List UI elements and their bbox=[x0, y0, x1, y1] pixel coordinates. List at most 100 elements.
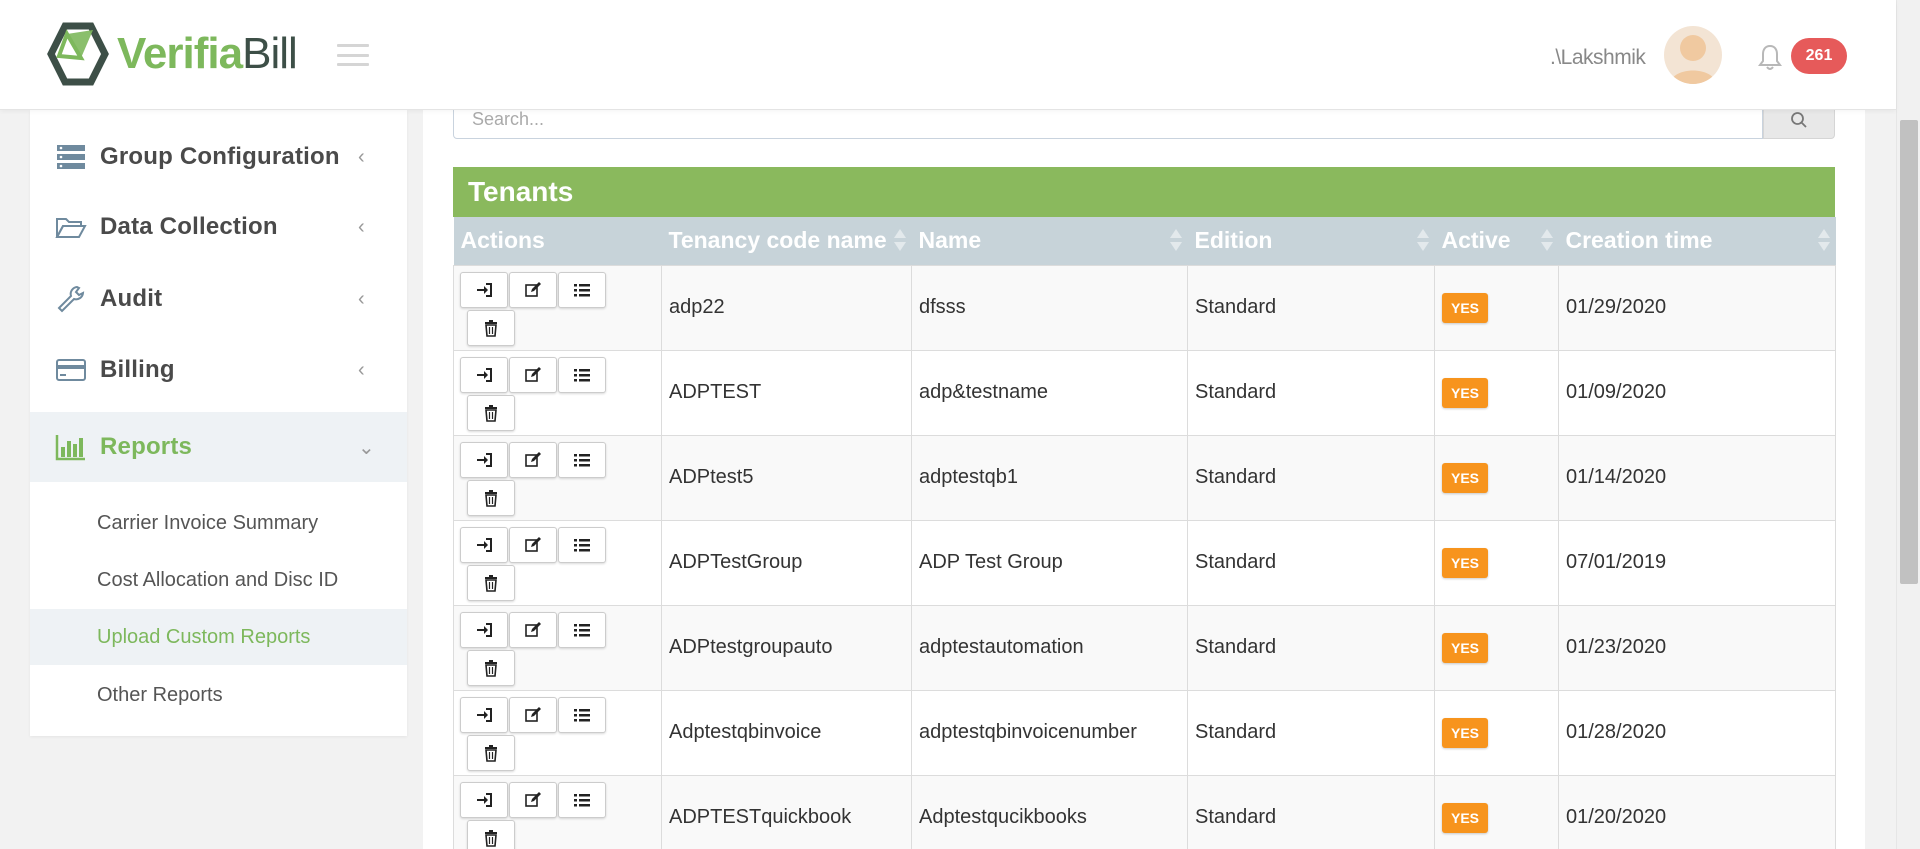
sort-icon bbox=[1416, 229, 1429, 253]
edit-tenant-button[interactable] bbox=[509, 526, 557, 563]
sidebar: Group Configuration ‹ Data Collection ‹ … bbox=[30, 110, 407, 736]
tenant-features-button[interactable] bbox=[558, 271, 606, 308]
sidebar-subitem-cost-allocation[interactable]: Cost Allocation and Disc ID bbox=[30, 552, 407, 608]
column-header-creation-time[interactable]: Creation time bbox=[1558, 217, 1836, 265]
cell-active: YES bbox=[1434, 604, 1559, 691]
cell-edition: Standard bbox=[1187, 434, 1435, 521]
bell-icon[interactable] bbox=[1757, 43, 1783, 71]
edit-tenant-button[interactable] bbox=[509, 781, 557, 818]
trash-icon bbox=[485, 744, 497, 762]
edit-icon bbox=[525, 536, 541, 552]
sort-icon bbox=[1540, 229, 1553, 253]
delete-tenant-button[interactable] bbox=[467, 309, 515, 346]
table-row: ADPtestgroupauto adptestautomation Standar… bbox=[453, 604, 1836, 691]
column-header-edition[interactable]: Edition bbox=[1187, 217, 1435, 265]
sign-in-icon bbox=[477, 622, 492, 637]
chevron-down-icon: ⌄ bbox=[358, 436, 375, 459]
sort-icon bbox=[1817, 229, 1830, 253]
delete-tenant-button[interactable] bbox=[467, 649, 515, 686]
delete-tenant-button[interactable] bbox=[467, 564, 515, 601]
row-actions bbox=[453, 349, 662, 436]
trash-icon bbox=[485, 319, 497, 337]
trash-icon bbox=[485, 574, 497, 592]
cell-active: YES bbox=[1434, 774, 1559, 849]
edit-tenant-button[interactable] bbox=[509, 611, 557, 648]
login-as-tenant-button[interactable] bbox=[460, 441, 508, 478]
trash-icon bbox=[485, 659, 497, 677]
sidebar-item-audit[interactable]: Audit ‹ bbox=[30, 264, 407, 334]
cell-active: YES bbox=[1434, 434, 1559, 521]
trash-icon bbox=[485, 829, 497, 847]
table-header-row: Actions Tenancy code name Name Edition A… bbox=[453, 217, 1836, 265]
trash-icon bbox=[485, 404, 497, 422]
sidebar-item-label: Audit bbox=[100, 285, 163, 312]
sidebar-item-data-collection[interactable]: Data Collection ‹ bbox=[30, 192, 407, 262]
edit-tenant-button[interactable] bbox=[509, 696, 557, 733]
sidebar-item-group-configuration[interactable]: Group Configuration ‹ bbox=[30, 122, 407, 192]
sign-in-icon bbox=[477, 452, 492, 467]
panel-title: Tenants bbox=[453, 167, 1835, 217]
edit-icon bbox=[525, 621, 541, 637]
folder-open-icon bbox=[55, 218, 87, 238]
row-actions bbox=[453, 519, 662, 606]
chevron-left-icon: ‹ bbox=[358, 215, 365, 238]
sidebar-item-label: Reports bbox=[100, 433, 193, 460]
cell-edition: Standard bbox=[1187, 349, 1435, 436]
login-as-tenant-button[interactable] bbox=[460, 696, 508, 733]
delete-tenant-button[interactable] bbox=[467, 819, 515, 849]
active-status-badge: YES bbox=[1442, 632, 1489, 663]
list-icon bbox=[574, 368, 590, 381]
tenant-features-button[interactable] bbox=[558, 526, 606, 563]
active-status-badge: YES bbox=[1442, 462, 1489, 493]
cell-name: adptestqbinvoicenumber bbox=[911, 689, 1188, 776]
row-actions bbox=[453, 689, 662, 776]
app-logo[interactable]: VerifiaBill bbox=[45, 22, 298, 86]
cell-edition: Standard bbox=[1187, 604, 1435, 691]
username-label[interactable]: .\Lakshmik bbox=[1550, 46, 1646, 70]
table-row: ADPTESTquickbook Adptestqucikbooks Standar… bbox=[453, 774, 1836, 849]
delete-tenant-button[interactable] bbox=[467, 479, 515, 516]
edit-icon bbox=[525, 281, 541, 297]
cell-creation-time: 01/20/2020 bbox=[1558, 774, 1836, 849]
edit-tenant-button[interactable] bbox=[509, 441, 557, 478]
menu-toggle-icon[interactable] bbox=[337, 44, 369, 66]
column-header-tenancy-code[interactable]: Tenancy code name bbox=[661, 217, 912, 265]
cell-tenancy-code: ADPtest5 bbox=[661, 434, 912, 521]
scrollbar-thumb[interactable] bbox=[1900, 120, 1918, 584]
cell-edition: Standard bbox=[1187, 264, 1435, 351]
login-as-tenant-button[interactable] bbox=[460, 611, 508, 648]
sidebar-item-reports[interactable]: Reports ⌄ bbox=[30, 412, 407, 482]
edit-tenant-button[interactable] bbox=[509, 356, 557, 393]
sidebar-subitem-other-reports[interactable]: Other Reports bbox=[30, 667, 407, 723]
column-header-active[interactable]: Active bbox=[1434, 217, 1559, 265]
active-status-badge: YES bbox=[1442, 802, 1489, 833]
sidebar-subitem-upload-custom-reports[interactable]: Upload Custom Reports bbox=[30, 609, 407, 665]
vertical-scrollbar[interactable] bbox=[1896, 0, 1920, 849]
cell-name: adptestqb1 bbox=[911, 434, 1188, 521]
tenant-features-button[interactable] bbox=[558, 356, 606, 393]
cell-tenancy-code: Adptestqbinvoice bbox=[661, 689, 912, 776]
column-header-name[interactable]: Name bbox=[911, 217, 1188, 265]
delete-tenant-button[interactable] bbox=[467, 394, 515, 431]
login-as-tenant-button[interactable] bbox=[460, 356, 508, 393]
tenant-features-button[interactable] bbox=[558, 781, 606, 818]
sidebar-subitem-carrier-invoice-summary[interactable]: Carrier Invoice Summary bbox=[30, 495, 407, 551]
tenant-features-button[interactable] bbox=[558, 441, 606, 478]
login-as-tenant-button[interactable] bbox=[460, 271, 508, 308]
cell-creation-time: 01/23/2020 bbox=[1558, 604, 1836, 691]
sidebar-item-billing[interactable]: Billing ‹ bbox=[30, 335, 407, 405]
login-as-tenant-button[interactable] bbox=[460, 781, 508, 818]
cell-tenancy-code: ADPtestgroupauto bbox=[661, 604, 912, 691]
list-icon bbox=[574, 283, 590, 296]
notification-count-badge[interactable]: 261 bbox=[1791, 38, 1847, 74]
cell-active: YES bbox=[1434, 689, 1559, 776]
sidebar-item-label: Billing bbox=[100, 356, 175, 383]
tenant-features-button[interactable] bbox=[558, 611, 606, 648]
login-as-tenant-button[interactable] bbox=[460, 526, 508, 563]
cell-creation-time: 01/28/2020 bbox=[1558, 689, 1836, 776]
edit-tenant-button[interactable] bbox=[509, 271, 557, 308]
avatar[interactable] bbox=[1664, 26, 1722, 84]
delete-tenant-button[interactable] bbox=[467, 734, 515, 771]
logo-text: VerifiaBill bbox=[117, 29, 298, 78]
tenant-features-button[interactable] bbox=[558, 696, 606, 733]
